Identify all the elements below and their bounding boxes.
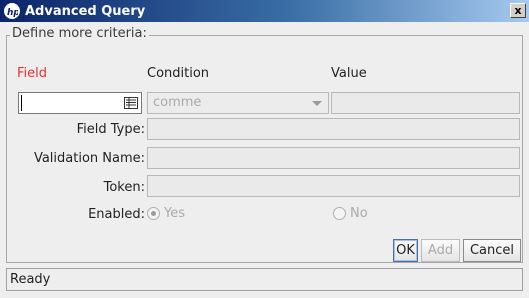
title-bar: hp Advanced Query x [0,0,529,22]
field-header: Field [17,66,48,81]
hp-logo-icon: hp [4,3,20,19]
ok-button[interactable]: OK [393,239,418,262]
token-input[interactable] [147,175,520,197]
enabled-yes-radio[interactable]: Yes [147,206,185,221]
value-input[interactable] [331,92,520,114]
enabled-no-label: No [350,206,368,221]
cancel-button[interactable]: Cancel [463,239,521,262]
field-input[interactable] [18,92,142,114]
svg-text:hp: hp [7,8,18,17]
condition-select[interactable]: comme [147,92,329,114]
list-picker-icon[interactable] [124,97,138,109]
close-button[interactable]: x [510,3,526,18]
status-bar: Ready [6,268,523,291]
field-type-input[interactable] [147,118,520,140]
condition-select-value: comme [153,95,202,110]
enabled-label: Enabled: [88,207,145,222]
enabled-yes-label: Yes [164,206,185,221]
close-icon: x [514,4,522,17]
status-text: Ready [10,272,51,287]
text-caret [21,95,22,111]
chevron-down-icon [312,101,322,106]
window-title: Advanced Query [25,3,146,19]
enabled-no-radio[interactable]: No [333,206,368,221]
add-button[interactable]: Add [421,239,460,262]
field-type-label: Field Type: [76,122,145,137]
group-legend: Define more criteria: [10,26,149,41]
condition-header: Condition [147,66,210,81]
token-label: Token: [103,180,145,195]
radio-unselected-icon [333,207,346,220]
validation-name-input[interactable] [147,147,520,169]
radio-selected-icon [147,207,160,220]
validation-name-label: Validation Name: [33,151,145,166]
value-header: Value [331,66,367,81]
